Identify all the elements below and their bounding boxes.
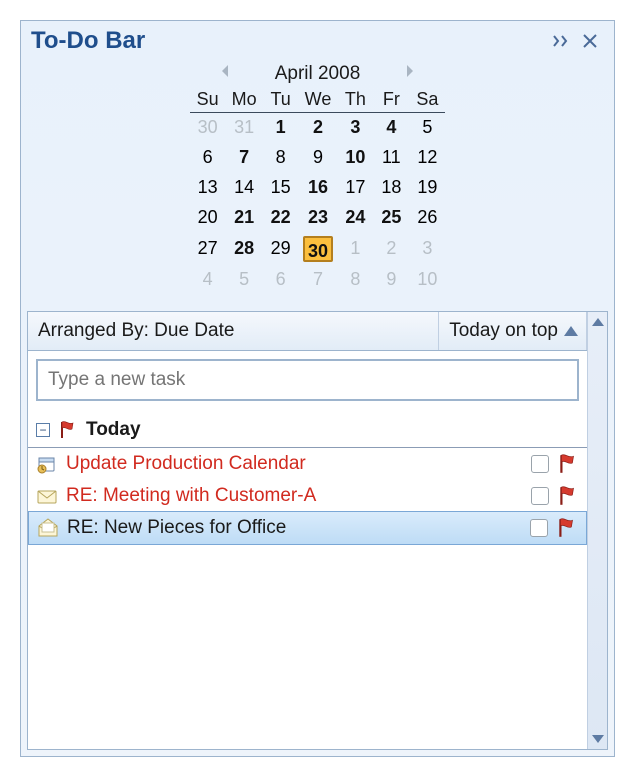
arrange-header[interactable]: Arranged By: Due Date Today on top [28,312,587,351]
scroll-down-button[interactable] [588,729,607,749]
calendar-day-cell[interactable]: 1 [263,113,299,143]
calendar-day-cell[interactable]: 16 [299,173,338,203]
todo-bar-panel: To-Do Bar April 2008 SuMoTuWeThFrSa 3031… [20,20,615,757]
calendar-day-cell[interactable]: 10 [337,143,373,173]
calendar-day-cell[interactable]: 13 [190,173,226,203]
flag-icon[interactable] [557,453,579,475]
flag-icon[interactable] [556,517,578,539]
calendar-task-icon [36,453,58,475]
calendar-day-cell[interactable]: 8 [263,143,299,173]
calendar-day-cell[interactable]: 14 [226,173,263,203]
scroll-up-button[interactable] [588,312,607,332]
titlebar: To-Do Bar [21,21,614,59]
task-text: RE: Meeting with Customer-A [66,485,523,507]
calendar-day-cell[interactable]: 4 [190,265,226,295]
calendar-day-cell[interactable]: 5 [409,113,445,143]
calendar-day-cell[interactable]: 29 [263,233,299,265]
task-complete-checkbox[interactable] [530,519,548,537]
calendar-day-cell[interactable]: 20 [190,203,226,233]
calendar-day-cell[interactable]: 6 [263,265,299,295]
tasks-section: Arranged By: Due Date Today on top − Tod… [27,311,608,751]
calendar-section: April 2008 SuMoTuWeThFrSa 30311234567891… [21,59,614,307]
calendar-day-cell[interactable]: 2 [299,113,338,143]
task-group-label: Today [86,419,141,441]
calendar-day-cell[interactable]: 23 [299,203,338,233]
calendar-day-cell[interactable]: 28 [226,233,263,265]
close-button[interactable] [576,28,604,54]
calendar-day-cell[interactable]: 24 [337,203,373,233]
sort-order-label[interactable]: Today on top [439,312,587,350]
calendar-day-cell[interactable]: 6 [190,143,226,173]
new-task-input[interactable] [36,359,579,401]
calendar-day-cell[interactable]: 18 [373,173,409,203]
task-row[interactable]: RE: Meeting with Customer-A [28,480,587,512]
flag-icon[interactable] [557,485,579,507]
task-row[interactable]: Update Production Calendar [28,448,587,480]
calendar-day-cell[interactable]: 25 [373,203,409,233]
calendar-day-cell[interactable]: 30 [299,233,338,265]
calendar-day-cell[interactable]: 9 [299,143,338,173]
calendar-day-cell[interactable]: 4 [373,113,409,143]
calendar-day-cell[interactable]: 2 [373,233,409,265]
calendar-day-cell[interactable]: 8 [337,265,373,295]
calendar-day-cell[interactable]: 3 [409,233,445,265]
scrollbar[interactable] [587,312,607,750]
minimize-button[interactable] [548,28,576,54]
calendar-prev-button[interactable] [215,64,235,84]
task-group-header[interactable]: − Today [28,409,587,448]
task-row[interactable]: RE: New Pieces for Office [28,511,587,545]
mail-open-icon [37,517,59,539]
calendar-day-cell[interactable]: 5 [226,265,263,295]
calendar-day-cell[interactable]: 11 [373,143,409,173]
calendar-day-header: We [299,87,338,113]
calendar-day-cell[interactable]: 12 [409,143,445,173]
task-list: Update Production Calendar RE: Meeting wi… [28,448,587,544]
calendar-day-header: Su [190,87,226,113]
sort-ascending-icon [564,326,578,336]
calendar-day-cell[interactable]: 7 [299,265,338,295]
calendar-day-cell[interactable]: 9 [373,265,409,295]
calendar-month-label: April 2008 [245,63,391,85]
panel-title: To-Do Bar [31,27,548,55]
calendar-day-cell[interactable]: 15 [263,173,299,203]
calendar-day-header: Mo [226,87,263,113]
calendar-day-cell[interactable]: 7 [226,143,263,173]
task-complete-checkbox[interactable] [531,455,549,473]
flag-icon [58,420,78,440]
task-text: Update Production Calendar [66,453,523,475]
calendar-day-header: Tu [263,87,299,113]
calendar-day-cell[interactable]: 26 [409,203,445,233]
collapse-toggle-icon[interactable]: − [36,423,50,437]
calendar-next-button[interactable] [400,64,420,84]
calendar-day-cell[interactable]: 22 [263,203,299,233]
calendar-day-cell[interactable]: 31 [226,113,263,143]
calendar-day-cell[interactable]: 21 [226,203,263,233]
calendar-day-cell[interactable]: 10 [409,265,445,295]
arrange-by-label[interactable]: Arranged By: Due Date [28,312,439,350]
calendar-day-cell[interactable]: 30 [190,113,226,143]
calendar-day-cell[interactable]: 27 [190,233,226,265]
calendar-day-cell[interactable]: 3 [337,113,373,143]
task-text: RE: New Pieces for Office [67,517,522,539]
calendar-day-cell[interactable]: 17 [337,173,373,203]
calendar-day-header: Sa [409,87,445,113]
mail-icon [36,485,58,507]
calendar-day-header: Th [337,87,373,113]
task-complete-checkbox[interactable] [531,487,549,505]
calendar-grid: SuMoTuWeThFrSa 3031123456789101112131415… [190,87,446,295]
calendar-day-cell[interactable]: 19 [409,173,445,203]
calendar-day-cell[interactable]: 1 [337,233,373,265]
calendar-day-header: Fr [373,87,409,113]
